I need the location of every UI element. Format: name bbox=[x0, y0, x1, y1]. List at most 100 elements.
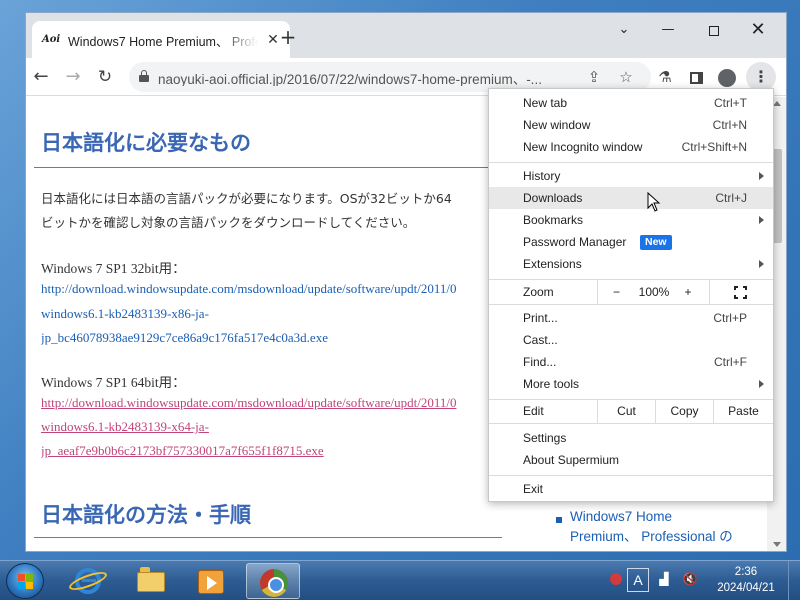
menu-item-find[interactable]: Find... Ctrl+F bbox=[489, 351, 773, 373]
ime-mode-indicator[interactable]: A bbox=[627, 568, 649, 592]
minimize-button[interactable]: — bbox=[648, 17, 688, 43]
taskbar-browser[interactable] bbox=[246, 563, 300, 599]
menu-item-cast[interactable]: Cast... bbox=[489, 329, 773, 351]
menu-shortcut: Ctrl+F bbox=[714, 355, 747, 369]
menu-item-password-manager[interactable]: Password Manager New bbox=[489, 231, 773, 253]
menu-item-print[interactable]: Print... Ctrl+P bbox=[489, 307, 773, 329]
menu-label: More tools bbox=[523, 377, 580, 391]
menu-zoom-row: Zoom − 100% + bbox=[489, 280, 773, 304]
close-window-button[interactable]: ✕ bbox=[738, 17, 778, 43]
sp1-64bit-link-line[interactable]: jp_aeaf7e9b0b6c2173bf757330017a7f655f1f8… bbox=[41, 439, 501, 463]
sp1-64bit-link-line[interactable]: http://download.windowsupdate.com/msdown… bbox=[41, 391, 501, 415]
menu-label: History bbox=[523, 169, 561, 183]
new-tab-button[interactable]: + bbox=[276, 26, 300, 50]
menu-edit-row: Edit Cut Copy Paste bbox=[489, 399, 773, 423]
menu-item-history[interactable]: History bbox=[489, 165, 773, 187]
menu-label: Print... bbox=[523, 311, 558, 325]
menu-label: New window bbox=[523, 118, 591, 132]
sp1-64bit-link-line[interactable]: windows6.1-kb2483139-x64-ja- bbox=[41, 415, 501, 439]
menu-item-new-tab[interactable]: New tab Ctrl+T bbox=[489, 92, 773, 114]
side-panel-icon[interactable] bbox=[684, 65, 708, 89]
taskbar-internet-explorer[interactable] bbox=[62, 563, 116, 599]
menu-separator bbox=[489, 304, 773, 305]
active-tab[interactable]: Aoi Windows7 Home Premium、 Professional … bbox=[32, 21, 290, 58]
language-bar-icon[interactable] bbox=[608, 571, 624, 587]
submenu-arrow-icon bbox=[759, 260, 764, 268]
back-arrow-icon[interactable]: ← bbox=[28, 64, 54, 90]
zoom-in-button[interactable]: + bbox=[673, 280, 703, 304]
start-button[interactable] bbox=[6, 563, 44, 599]
media-player-icon bbox=[198, 570, 224, 594]
menu-label: Settings bbox=[523, 431, 567, 445]
sp1-32bit-link-line[interactable]: http://download.windowsupdate.com/msdown… bbox=[41, 277, 501, 301]
menu-label: About Supermium bbox=[523, 453, 620, 467]
menu-item-settings[interactable]: Settings bbox=[489, 427, 773, 449]
clock-date: 2024/04/21 bbox=[717, 582, 775, 594]
folder-icon bbox=[137, 567, 165, 592]
menu-item-about[interactable]: About Supermium bbox=[489, 449, 773, 471]
clock-time: 2:36 bbox=[734, 566, 758, 578]
menu-label: Extensions bbox=[523, 257, 582, 271]
menu-label: Exit bbox=[523, 482, 544, 496]
new-badge: New bbox=[640, 235, 672, 250]
menu-item-new-window[interactable]: New window Ctrl+N bbox=[489, 114, 773, 136]
menu-separator bbox=[489, 162, 773, 163]
scroll-down-arrow-icon[interactable] bbox=[773, 542, 781, 547]
tab-strip: Aoi Windows7 Home Premium、 Professional … bbox=[26, 13, 786, 58]
sp1-64bit-label: Windows 7 SP1 64bit用： bbox=[41, 375, 186, 390]
share-icon[interactable]: ⇪ bbox=[584, 67, 604, 87]
heading-divider bbox=[34, 167, 502, 168]
menu-item-downloads[interactable]: Downloads Ctrl+J bbox=[489, 187, 773, 209]
menu-item-extensions[interactable]: Extensions bbox=[489, 253, 773, 275]
reload-icon[interactable]: ↻ bbox=[92, 64, 118, 90]
volume-muted-icon[interactable]: 🔇 bbox=[682, 571, 698, 587]
taskbar-media-player[interactable] bbox=[184, 563, 238, 599]
sp1-32bit-link-line[interactable]: windows6.1-kb2483139-x86-ja- bbox=[41, 302, 501, 326]
menu-separator bbox=[489, 475, 773, 476]
taskbar-file-explorer[interactable] bbox=[124, 563, 178, 599]
sp1-32bit-label: Windows 7 SP1 32bit用： bbox=[41, 261, 186, 276]
maximize-button[interactable] bbox=[694, 17, 734, 43]
tab-search-chevron-icon[interactable]: ⌄ bbox=[604, 17, 644, 43]
browser-main-menu: New tab Ctrl+T New window Ctrl+N New Inc… bbox=[488, 88, 774, 502]
extension-flask-icon[interactable]: ⚗ bbox=[653, 65, 677, 89]
profile-avatar-icon[interactable] bbox=[715, 65, 739, 89]
menu-item-more-tools[interactable]: More tools bbox=[489, 373, 773, 395]
scroll-up-arrow-icon[interactable] bbox=[773, 101, 781, 106]
url-text[interactable]: naoyuki-aoi.official.jp/2016/07/22/windo… bbox=[158, 68, 573, 86]
menu-label: Cast... bbox=[523, 333, 558, 347]
bookmark-star-icon[interactable]: ☆ bbox=[616, 67, 636, 87]
sidebar-related-link[interactable]: Windows7 Home Premium、 Professional の bbox=[570, 507, 786, 547]
site-favicon: Aoi bbox=[42, 34, 61, 45]
lock-icon[interactable] bbox=[139, 70, 149, 82]
menu-item-bookmarks[interactable]: Bookmarks bbox=[489, 209, 773, 231]
network-icon[interactable]: ▟ bbox=[656, 571, 672, 587]
menu-label: Downloads bbox=[523, 191, 583, 205]
zoom-level-value: 100% bbox=[638, 285, 670, 299]
menu-item-new-incognito-window[interactable]: New Incognito window Ctrl+Shift+N bbox=[489, 136, 773, 158]
submenu-arrow-icon bbox=[759, 172, 764, 180]
submenu-arrow-icon bbox=[759, 380, 764, 388]
mouse-pointer-icon bbox=[647, 192, 661, 212]
menu-label: Find... bbox=[523, 355, 557, 369]
show-desktop-button[interactable] bbox=[788, 561, 800, 600]
cut-button[interactable]: Cut bbox=[597, 399, 655, 423]
menu-shortcut: Ctrl+T bbox=[714, 96, 747, 110]
sidebar-link-line[interactable]: Windows7 Home bbox=[570, 507, 786, 527]
section-heading-requirements: 日本語化に必要なもの bbox=[41, 131, 251, 155]
section-heading-method: 日本語化の方法・手順 bbox=[41, 503, 251, 527]
fullscreen-button[interactable] bbox=[709, 280, 773, 304]
zoom-out-button[interactable]: − bbox=[597, 280, 635, 304]
copy-button[interactable]: Copy bbox=[655, 399, 713, 423]
menu-shortcut: Ctrl+P bbox=[713, 311, 747, 325]
menu-shortcut: Ctrl+Shift+N bbox=[681, 140, 747, 154]
menu-item-exit[interactable]: Exit bbox=[489, 478, 773, 500]
system-clock[interactable]: 2:36 2024/04/21 bbox=[708, 564, 784, 598]
edit-label: Edit bbox=[523, 404, 544, 418]
forward-arrow-icon[interactable]: → bbox=[60, 64, 86, 90]
paste-button[interactable]: Paste bbox=[713, 399, 773, 423]
sidebar-link-line[interactable]: Premium、 Professional の bbox=[570, 527, 786, 547]
sp1-32bit-link-line[interactable]: jp_bc46078938ae9129c7ce86a9c176fa517e4c0… bbox=[41, 326, 501, 350]
fullscreen-icon bbox=[734, 286, 747, 299]
menu-separator bbox=[489, 423, 773, 424]
